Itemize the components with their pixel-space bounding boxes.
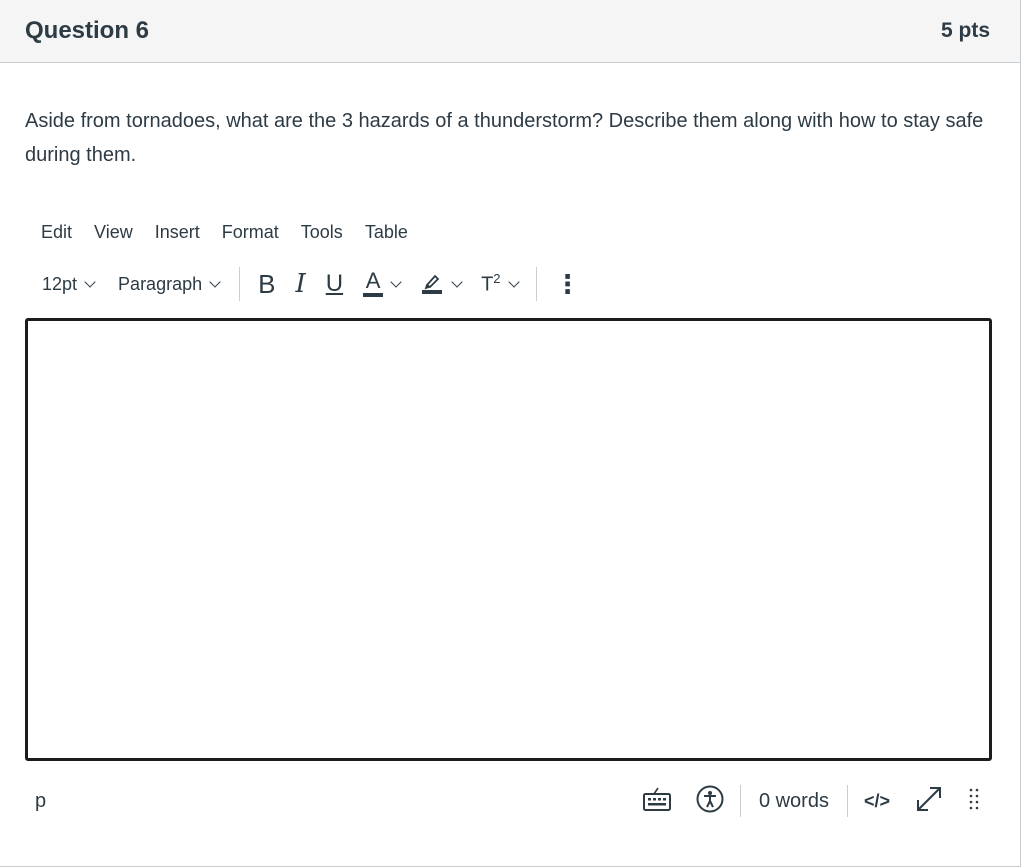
menu-table[interactable]: Table [354,218,419,246]
statusbar-divider [846,785,848,817]
menu-edit[interactable]: Edit [30,218,83,246]
font-color-letter: A [365,268,381,293]
chevron-down-icon [451,275,463,288]
editor-statusbar: p 0 words </> [25,780,992,822]
chevron-down-icon [209,275,221,288]
question-header: Question 6 5 pts [0,0,1020,63]
editor-menubar: Edit View Insert Format Tools Table [30,218,419,246]
resize-handle-icon [968,787,980,816]
toolbar-divider [535,267,537,301]
question-points: 5 pts [940,19,990,42]
html-editor-button[interactable]: </> [852,780,902,822]
question-title: Question 6 [25,17,150,44]
font-color-button[interactable]: A [353,264,410,304]
chevron-down-icon [84,275,96,288]
underline-button[interactable]: U [316,264,353,304]
chevron-down-icon [507,275,520,288]
accessibility-checker-button[interactable] [684,780,736,822]
fullscreen-icon [914,784,944,819]
question-text: Aside from tornadoes, what are the 3 haz… [25,110,984,166]
keyboard-shortcuts-button[interactable] [630,780,684,822]
block-format-value: Paragraph [118,273,203,294]
font-size-dropdown[interactable]: 12pt [30,264,106,304]
highlighter-icon [420,270,444,299]
font-size-value: 12pt [42,273,78,294]
superscript-icon: T2 [481,271,501,296]
fullscreen-button[interactable] [902,780,956,822]
keyboard-icon [642,786,672,817]
statusbar-actions: 0 words </> [630,780,992,822]
menu-view[interactable]: View [83,218,144,246]
chevron-down-icon [390,275,402,288]
more-vertical-icon[interactable]: ⋮ [545,264,591,304]
element-path[interactable]: p [25,790,46,813]
highlight-color-button[interactable] [410,264,471,304]
editor-toolbar: 12pt Paragraph B I U A T2 ⋮ [30,264,710,304]
resize-handle[interactable] [956,780,992,822]
rich-text-editor[interactable] [25,318,992,761]
menu-tools[interactable]: Tools [290,218,354,246]
block-format-dropdown[interactable]: Paragraph [106,264,231,304]
superscript-button[interactable]: T2 [471,264,527,304]
toolbar-divider [239,267,241,301]
quiz-question: Question 6 5 pts Aside from tornadoes, w… [0,0,1021,867]
statusbar-divider [739,785,741,817]
italic-button[interactable]: I [285,264,315,304]
menu-insert[interactable]: Insert [144,218,211,246]
accessibility-icon [696,785,724,818]
font-color-icon: A [363,268,384,297]
font-color-swatch [363,293,384,297]
word-count[interactable]: 0 words [745,790,843,813]
menu-format[interactable]: Format [211,218,290,246]
bold-button[interactable]: B [248,264,285,304]
